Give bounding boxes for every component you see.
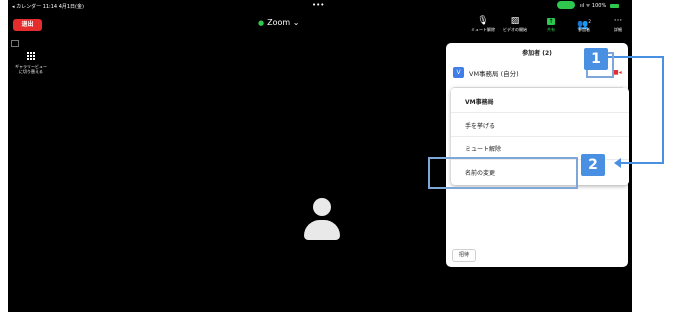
- multitasking-dots[interactable]: •••: [312, 1, 324, 9]
- start-video-label: ビデオの開始: [503, 27, 527, 32]
- participant-avatar: V: [453, 67, 464, 78]
- wifi-icon: ııl ᯤ: [580, 3, 591, 9]
- status-bar-left-text: ◂ カレンダー 11:14 4月1日(金): [12, 4, 84, 10]
- step-1-badge: 1: [584, 48, 608, 70]
- minimize-video-icon[interactable]: [11, 40, 19, 47]
- video-off-icon: ■◂: [613, 69, 622, 76]
- invite-button[interactable]: 招待: [452, 249, 476, 262]
- meeting-title-text: Zoom ⌄: [267, 18, 300, 27]
- battery-percent: 100%: [591, 3, 607, 9]
- participants-icon: 👥2: [577, 19, 591, 30]
- divider: [451, 136, 629, 137]
- annotation-connector-line: [608, 56, 664, 58]
- gallery-view-label: ギャラリービューに切り替える: [15, 64, 47, 74]
- status-bar-right: ııl ᯤ 100%: [580, 3, 619, 9]
- ellipsis-icon: ···: [613, 16, 623, 26]
- divider: [451, 112, 629, 113]
- shield-check-icon: ●: [258, 19, 265, 27]
- unmute-label: ミュート解除: [471, 27, 495, 32]
- context-menu-header: VM事務局: [465, 99, 494, 106]
- active-call-pill: [557, 1, 575, 9]
- participant-name: VM事務局 (自分): [469, 70, 519, 78]
- leave-button[interactable]: 退出: [13, 19, 42, 31]
- share-screen-icon: ↑: [547, 18, 555, 25]
- participants-label: 参加者: [578, 27, 590, 32]
- battery-icon: [609, 3, 619, 8]
- ipad-screen: ◂ カレンダー 11:14 4月1日(金) ••• ııl ᯤ 100% 退出 …: [8, 0, 632, 312]
- mic-muted-icon: 🎙: [477, 16, 489, 26]
- annotation-connector-line: [620, 162, 664, 164]
- annotation-arrow-icon: [614, 158, 621, 168]
- share-button[interactable]: ↑ 共有: [536, 16, 566, 33]
- share-label: 共有: [547, 27, 555, 32]
- annotation-connector-line: [662, 56, 664, 164]
- gallery-view-button[interactable]: ギャラリービューに切り替える: [14, 52, 48, 74]
- meeting-title[interactable]: ● Zoom ⌄: [258, 18, 299, 27]
- unmute-menu-item[interactable]: ミュート解除: [465, 144, 501, 153]
- highlight-rename-item: [428, 157, 578, 189]
- raise-hand-menu-item[interactable]: 手を挙げる: [465, 121, 495, 130]
- status-bar: ◂ カレンダー 11:14 4月1日(金) ••• ııl ᯤ 100%: [8, 0, 632, 12]
- user-avatar-placeholder-icon: [304, 198, 340, 246]
- more-button[interactable]: ··· 詳細: [603, 16, 632, 33]
- video-off-icon: ▨: [510, 16, 520, 26]
- grid-icon: [27, 52, 35, 60]
- start-video-button[interactable]: ▨ ビデオの開始: [500, 16, 530, 33]
- unmute-button[interactable]: 🎙 ミュート解除: [468, 16, 498, 33]
- participants-button[interactable]: 👥2 参加者: [569, 16, 599, 33]
- participants-count: 2: [588, 19, 591, 24]
- more-label: 詳細: [614, 27, 622, 32]
- step-2-badge: 2: [581, 154, 605, 176]
